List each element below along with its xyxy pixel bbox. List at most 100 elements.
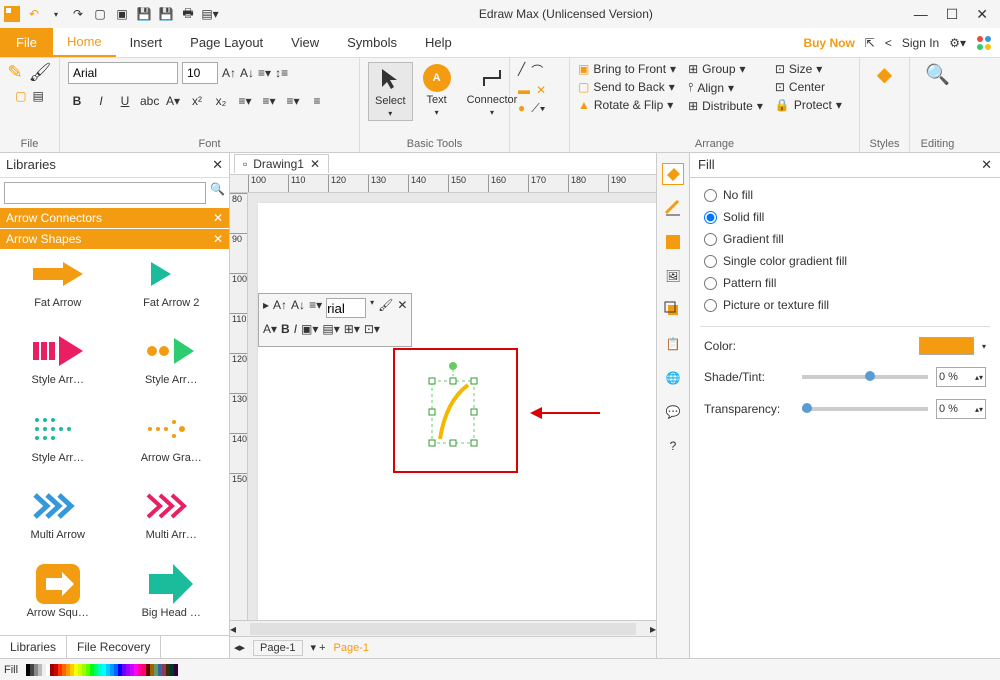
- size-button[interactable]: ⊡Size ▾: [775, 62, 842, 76]
- lib-item-style-arr-3[interactable]: Style Arr…: [4, 409, 112, 476]
- styles-icon[interactable]: ◆: [877, 62, 892, 87]
- lib-item-arrow-gra[interactable]: Arrow Gra…: [118, 409, 226, 476]
- tab-symbols[interactable]: Symbols: [333, 28, 411, 57]
- picture-fill-radio[interactable]: Picture or texture fill: [704, 298, 986, 312]
- underline-icon[interactable]: U: [116, 94, 134, 108]
- mini-bold-icon[interactable]: B: [281, 322, 290, 342]
- globe-tool-icon[interactable]: 🌐: [662, 367, 684, 389]
- shade-slider[interactable]: [802, 375, 928, 379]
- libraries-tab[interactable]: Libraries: [0, 636, 67, 658]
- lib-item-big-head[interactable]: Big Head …: [118, 564, 226, 631]
- open-icon[interactable]: ▣: [114, 6, 130, 22]
- rect-shape-icon[interactable]: ▬: [518, 83, 530, 97]
- pattern-fill-radio[interactable]: Pattern fill: [704, 276, 986, 290]
- mini-italic-icon[interactable]: I: [294, 322, 297, 342]
- paste-icon[interactable]: ▢: [15, 89, 26, 103]
- superscript-icon[interactable]: x²: [188, 94, 206, 108]
- cross-shape-icon[interactable]: ✕: [536, 83, 546, 97]
- minimize-icon[interactable]: —: [914, 6, 928, 23]
- transparency-slider[interactable]: [802, 407, 928, 411]
- mini-font-dec-icon[interactable]: A↓: [291, 298, 305, 318]
- line-tool-icon[interactable]: [662, 197, 684, 219]
- page-tab-status[interactable]: Page-1: [253, 640, 302, 656]
- select-tool[interactable]: Select ▾: [368, 62, 413, 121]
- save-as-icon[interactable]: 💾: [158, 6, 174, 22]
- horizontal-scrollbar[interactable]: ◂▸: [230, 620, 656, 636]
- share-dropdown-icon[interactable]: <: [885, 36, 892, 50]
- settings-icon[interactable]: ⚙▾: [949, 36, 966, 50]
- line-shape-icon[interactable]: ╱: [518, 62, 525, 79]
- more-icon[interactable]: ▤▾: [202, 6, 218, 22]
- layer-tool-icon[interactable]: [662, 299, 684, 321]
- mini-align-icon[interactable]: ⊞▾: [344, 322, 360, 342]
- arc-shape-icon[interactable]: ⌒: [531, 62, 543, 79]
- redo-icon[interactable]: ↷: [70, 6, 86, 22]
- subscript-icon[interactable]: x₂: [212, 94, 230, 108]
- document-tab[interactable]: ▫ Drawing1 ✕: [234, 154, 329, 173]
- lib-item-fat-arrow-2[interactable]: Fat Arrow 2: [118, 254, 226, 321]
- mini-font-inc-icon[interactable]: A↑: [273, 298, 287, 318]
- lib-item-style-arr-2[interactable]: Style Arr…: [118, 331, 226, 398]
- bullet-list-icon[interactable]: ≡▾: [258, 66, 271, 80]
- mini-list-icon[interactable]: ≡▾: [309, 298, 322, 318]
- comment-tool-icon[interactable]: 💬: [662, 401, 684, 423]
- tab-home[interactable]: Home: [53, 28, 116, 57]
- close-icon[interactable]: ✕: [976, 6, 988, 23]
- color-swatch[interactable]: [919, 337, 974, 355]
- redo-dropdown-icon[interactable]: ▾: [48, 6, 64, 22]
- lib-item-arrow-squ[interactable]: Arrow Squ…: [4, 564, 112, 631]
- align-button[interactable]: ⫯Align ▾: [688, 80, 763, 95]
- brush-icon[interactable]: 🖌: [29, 62, 52, 83]
- highlight-icon[interactable]: A▾: [164, 94, 182, 108]
- fill-close-icon[interactable]: ✕: [981, 157, 992, 173]
- clipboard-tool-icon[interactable]: 📋: [662, 333, 684, 355]
- single-gradient-radio[interactable]: Single color gradient fill: [704, 254, 986, 268]
- tab-help[interactable]: Help: [411, 28, 466, 57]
- mini-select-icon[interactable]: ▸: [263, 298, 269, 318]
- align-center-icon[interactable]: ≡▾: [260, 94, 278, 108]
- tab-view[interactable]: View: [277, 28, 333, 57]
- tab-page-layout[interactable]: Page Layout: [176, 28, 277, 57]
- shade-value-input[interactable]: 0 %▴▾: [936, 367, 986, 387]
- mini-font-input[interactable]: [326, 298, 366, 318]
- libraries-close-icon[interactable]: ✕: [212, 157, 223, 173]
- canvas[interactable]: ▸ A↑ A↓ ≡▾ ▾ 🖌 ✕ A▾ B I ▣▾ ▤▾: [248, 193, 656, 620]
- mini-fill-icon[interactable]: ▣▾: [301, 322, 318, 342]
- floating-toolbar[interactable]: ▸ A↑ A↓ ≡▾ ▾ 🖌 ✕ A▾ B I ▣▾ ▤▾: [258, 293, 412, 347]
- image-tool-icon[interactable]: 🖼: [662, 265, 684, 287]
- center-button[interactable]: ⊡Center: [775, 80, 842, 94]
- doc-close-icon[interactable]: ✕: [310, 157, 320, 171]
- protect-button[interactable]: 🔒Protect ▾: [775, 98, 842, 112]
- ellipse-shape-icon[interactable]: ●: [518, 101, 525, 116]
- font-name-input[interactable]: [68, 62, 178, 84]
- lib-category-arrow-shapes[interactable]: Arrow Shapes✕: [0, 229, 229, 250]
- editing-icon[interactable]: 🔍: [925, 62, 950, 87]
- increase-font-icon[interactable]: A↑: [222, 66, 236, 80]
- text-tool[interactable]: A Text ▾: [417, 62, 457, 119]
- color-palette[interactable]: [26, 664, 178, 676]
- file-recovery-tab[interactable]: File Recovery: [67, 636, 161, 658]
- line-spacing-icon[interactable]: ↕≡: [275, 66, 288, 80]
- curve-shape-icon[interactable]: ⟋▾: [531, 101, 545, 116]
- lib-item-multi-arrow[interactable]: Multi Arrow: [4, 486, 112, 553]
- search-icon[interactable]: 🔍: [210, 182, 225, 204]
- buy-now-link[interactable]: Buy Now: [803, 36, 854, 50]
- mini-color-icon[interactable]: A▾: [263, 322, 277, 342]
- lib-category-arrow-connectors[interactable]: Arrow Connectors✕: [0, 208, 229, 229]
- group-button[interactable]: ⊞Group ▾: [688, 62, 763, 76]
- library-search-input[interactable]: [4, 182, 206, 204]
- file-menu[interactable]: File: [0, 28, 53, 57]
- print-icon[interactable]: 🖶: [180, 6, 196, 22]
- lib-item-multi-arr-2[interactable]: Multi Arr…: [118, 486, 226, 553]
- selected-shape[interactable]: [428, 361, 478, 451]
- lib-item-fat-arrow[interactable]: Fat Arrow: [4, 254, 112, 321]
- strikethrough-icon[interactable]: abc: [140, 94, 158, 108]
- shadow-tool-icon[interactable]: [662, 231, 684, 253]
- justify-icon[interactable]: ≡: [308, 94, 326, 108]
- no-fill-radio[interactable]: No fill: [704, 188, 986, 202]
- tab-insert[interactable]: Insert: [116, 28, 177, 57]
- format-painter-icon[interactable]: ✎: [8, 62, 23, 83]
- transparency-value-input[interactable]: 0 %▴▾: [936, 399, 986, 419]
- send-to-back-button[interactable]: ▢Send to Back ▾: [578, 80, 676, 94]
- gradient-fill-radio[interactable]: Gradient fill: [704, 232, 986, 246]
